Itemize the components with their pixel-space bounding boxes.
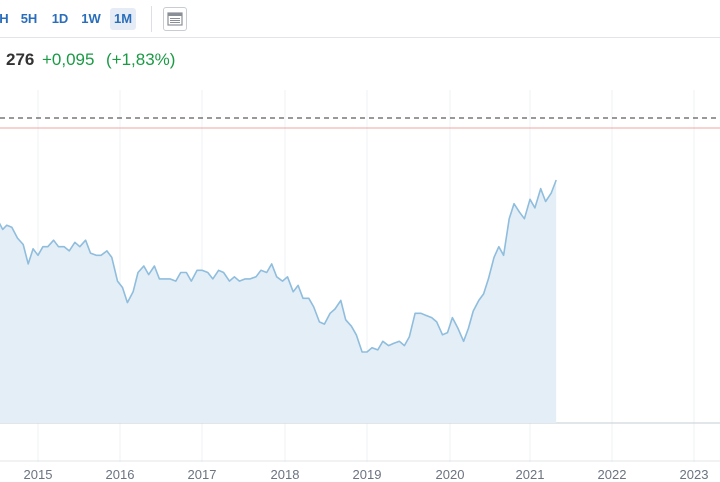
timeframe-1m-button[interactable]: 1M [110, 8, 136, 30]
last-price: 276 [6, 50, 35, 69]
toolbar-divider [151, 6, 152, 32]
price-chart-svg [0, 90, 720, 462]
price-change-percent: (+1,83%) [106, 50, 176, 69]
price-area-fill [0, 180, 557, 423]
timeframe-1h-button[interactable]: H [0, 8, 11, 30]
price-chart[interactable] [0, 90, 720, 480]
timeframe-1d-button[interactable]: 1D [47, 8, 73, 30]
chart-settings-button[interactable] [163, 7, 187, 31]
price-change: +0,095 [42, 50, 95, 69]
timeframe-5h-button[interactable]: 5H [15, 8, 43, 30]
timeframe-1w-button[interactable]: 1W [77, 8, 105, 30]
chart-layout-icon [167, 12, 183, 26]
timeframe-toolbar: H 5H 1D 1W 1M [0, 0, 720, 38]
